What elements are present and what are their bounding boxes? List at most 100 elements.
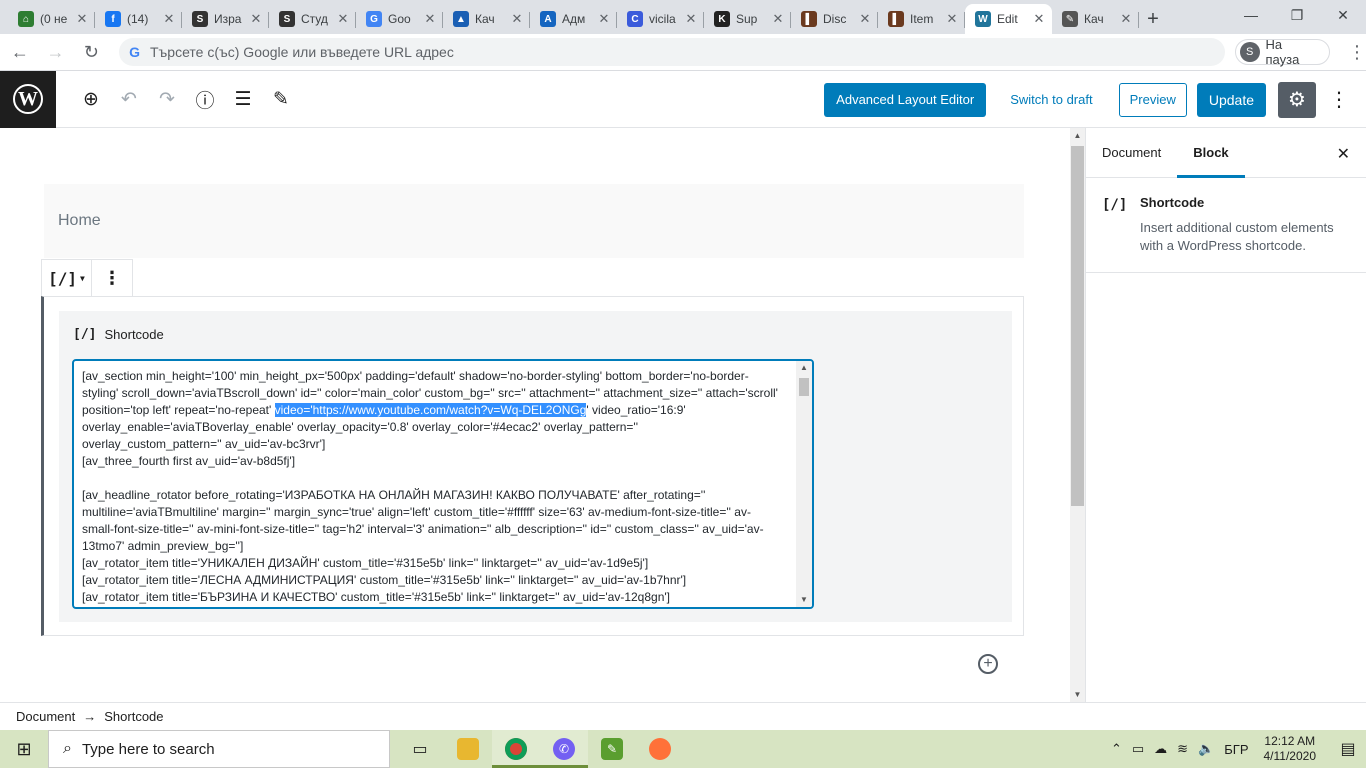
- post-title-text: Home: [58, 212, 101, 229]
- close-tab-icon[interactable]: ✕: [771, 11, 785, 27]
- start-button[interactable]: ⊞: [0, 730, 48, 768]
- preview-button[interactable]: Preview: [1118, 82, 1187, 117]
- close-tab-icon[interactable]: ✕: [684, 11, 698, 27]
- advanced-layout-editor-button[interactable]: Advanced Layout Editor: [824, 82, 987, 117]
- redo-icon: ↷: [159, 88, 175, 110]
- close-tab-icon[interactable]: ✕: [162, 11, 176, 27]
- taskbar-file-explorer[interactable]: [444, 730, 492, 768]
- block-card-description: Insert additional custom elements with a…: [1140, 220, 1334, 253]
- close-tab-icon[interactable]: ✕: [423, 11, 437, 27]
- content-info-button[interactable]: ⓘ: [186, 80, 224, 118]
- editor-canvas: Home [/] ▼ ⋮ [/] Shortcode [av_section m…: [0, 128, 1070, 702]
- omnibox[interactable]: G Търсете с(ъс) Google или въведете URL …: [119, 38, 1225, 66]
- redo-button[interactable]: ↷: [148, 80, 186, 118]
- browser-tab[interactable]: ▌ Item ✕: [878, 4, 965, 34]
- browser-tab[interactable]: ⌂ (0 не ✕: [8, 4, 95, 34]
- sidebar-tabs: Document Block ✕: [1086, 128, 1366, 178]
- back-button[interactable]: ←: [4, 36, 36, 68]
- browser-tab[interactable]: G Goo ✕: [356, 4, 443, 34]
- block-switcher-button[interactable]: [/] ▼: [42, 260, 92, 297]
- plus-icon: +: [983, 655, 993, 672]
- browser-tab[interactable]: K Sup ✕: [704, 4, 791, 34]
- append-block-button[interactable]: +: [978, 654, 998, 674]
- taskbar-chrome[interactable]: [492, 730, 540, 768]
- sw-icon: S: [192, 11, 208, 27]
- reload-icon: ↻: [83, 41, 99, 62]
- close-sidebar-button[interactable]: ✕: [1337, 144, 1350, 164]
- browser-tab[interactable]: Cvicila ✕: [617, 4, 704, 34]
- k-icon: K: [714, 11, 730, 27]
- add-block-button[interactable]: ⊕: [72, 80, 110, 118]
- close-tab-icon[interactable]: ✕: [1032, 11, 1046, 27]
- notifications-button[interactable]: ▤: [1330, 739, 1366, 759]
- shortcode-block[interactable]: [/] Shortcode [av_section min_height='10…: [41, 296, 1024, 636]
- close-tab-icon[interactable]: ✕: [858, 11, 872, 27]
- browser-tab[interactable]: ▲ Кач ✕: [443, 4, 530, 34]
- sw-icon: S: [279, 11, 295, 27]
- profile-button[interactable]: S На пауза: [1234, 37, 1331, 67]
- block-card: [/] Shortcode Insert additional custom e…: [1086, 178, 1366, 273]
- breadcrumb-shortcode: Shortcode: [104, 709, 164, 724]
- forward-button[interactable]: →: [40, 36, 72, 68]
- new-tab-button[interactable]: +: [1139, 4, 1167, 34]
- canvas-scrollbar[interactable]: ▲ ▼: [1070, 128, 1085, 702]
- canvas-scroll-thumb[interactable]: [1071, 146, 1084, 506]
- arrow-right-icon: →: [46, 41, 65, 62]
- tab-document[interactable]: Document: [1086, 128, 1177, 178]
- wifi-icon[interactable]: ≋: [1177, 741, 1188, 757]
- shortcode-textarea[interactable]: [av_section min_height='100' min_height_…: [72, 359, 814, 609]
- tab-block[interactable]: Block: [1177, 128, 1244, 178]
- browser-tab[interactable]: A Адм ✕: [530, 4, 617, 34]
- viber-icon: ✆: [553, 738, 575, 760]
- breadcrumb-document[interactable]: Document: [16, 709, 75, 724]
- switch-to-draft-button[interactable]: Switch to draft: [998, 83, 1104, 117]
- wordpress-logo-button[interactable]: W: [0, 70, 56, 128]
- edit-mode-button[interactable]: ✎: [262, 80, 300, 118]
- close-tab-icon[interactable]: ✕: [75, 11, 89, 27]
- cloud-icon[interactable]: ☁: [1154, 741, 1167, 757]
- settings-button[interactable]: ⚙: [1278, 81, 1316, 118]
- close-tab-icon[interactable]: ✕: [597, 11, 611, 27]
- language-indicator[interactable]: БГР: [1224, 742, 1248, 757]
- bank-icon: ▲: [453, 11, 469, 27]
- settings-sidebar: Document Block ✕ [/] Shortcode Insert ad…: [1085, 128, 1366, 702]
- wordpress-icon: W: [975, 11, 991, 27]
- close-tab-icon[interactable]: ✕: [1119, 11, 1133, 27]
- browser-tab[interactable]: W Edit ✕: [965, 4, 1052, 34]
- system-clock[interactable]: 12:12 AM 4/11/2020: [1264, 734, 1317, 764]
- block-navigation-button[interactable]: ☰: [224, 80, 262, 118]
- task-view-button[interactable]: ▭: [396, 730, 444, 768]
- more-tools-button[interactable]: ⋮: [1320, 87, 1358, 112]
- battery-icon[interactable]: ▭: [1132, 741, 1144, 757]
- chevron-up-icon[interactable]: ⌃: [1111, 741, 1122, 757]
- update-button[interactable]: Update: [1196, 82, 1266, 117]
- browser-tab[interactable]: S Изра ✕: [182, 4, 269, 34]
- browser-tab[interactable]: S Студ ✕: [269, 4, 356, 34]
- browser-menu-button[interactable]: ⋮: [1348, 42, 1366, 63]
- textarea-scroll-thumb[interactable]: [799, 378, 809, 396]
- taskbar-firefox[interactable]: [636, 730, 684, 768]
- post-title[interactable]: Home: [44, 184, 1024, 258]
- browser-tab[interactable]: ▌ Disc ✕: [791, 4, 878, 34]
- minimize-button[interactable]: —: [1228, 0, 1274, 30]
- task-view-icon: ▭: [412, 741, 428, 758]
- close-tab-icon[interactable]: ✕: [510, 11, 524, 27]
- chrome-icon: [505, 738, 527, 760]
- close-tab-icon[interactable]: ✕: [249, 11, 263, 27]
- taskbar-search[interactable]: ⌕ Type here to search: [48, 730, 390, 768]
- taskbar-viber[interactable]: ✆: [540, 730, 588, 768]
- browser-tab[interactable]: f (14) ✕: [95, 4, 182, 34]
- address-bar: ← → ↻ G Търсете с(ъс) Google или въведет…: [0, 34, 1366, 71]
- maximize-button[interactable]: ❐: [1274, 0, 1320, 30]
- browser-tab-label: Sup: [736, 12, 758, 26]
- browser-tab[interactable]: ✎ Кач ✕: [1052, 4, 1139, 34]
- close-window-button[interactable]: ✕: [1320, 0, 1366, 30]
- block-more-options-button[interactable]: ⋮: [92, 260, 132, 297]
- close-tab-icon[interactable]: ✕: [336, 11, 350, 27]
- reload-button[interactable]: ↻: [75, 36, 107, 68]
- taskbar-notes-app[interactable]: ✎: [588, 730, 636, 768]
- close-tab-icon[interactable]: ✕: [945, 11, 959, 27]
- undo-button[interactable]: ↶: [110, 80, 148, 118]
- volume-icon[interactable]: 🔈: [1198, 741, 1214, 757]
- textarea-scrollbar[interactable]: ▲ ▼: [796, 361, 812, 607]
